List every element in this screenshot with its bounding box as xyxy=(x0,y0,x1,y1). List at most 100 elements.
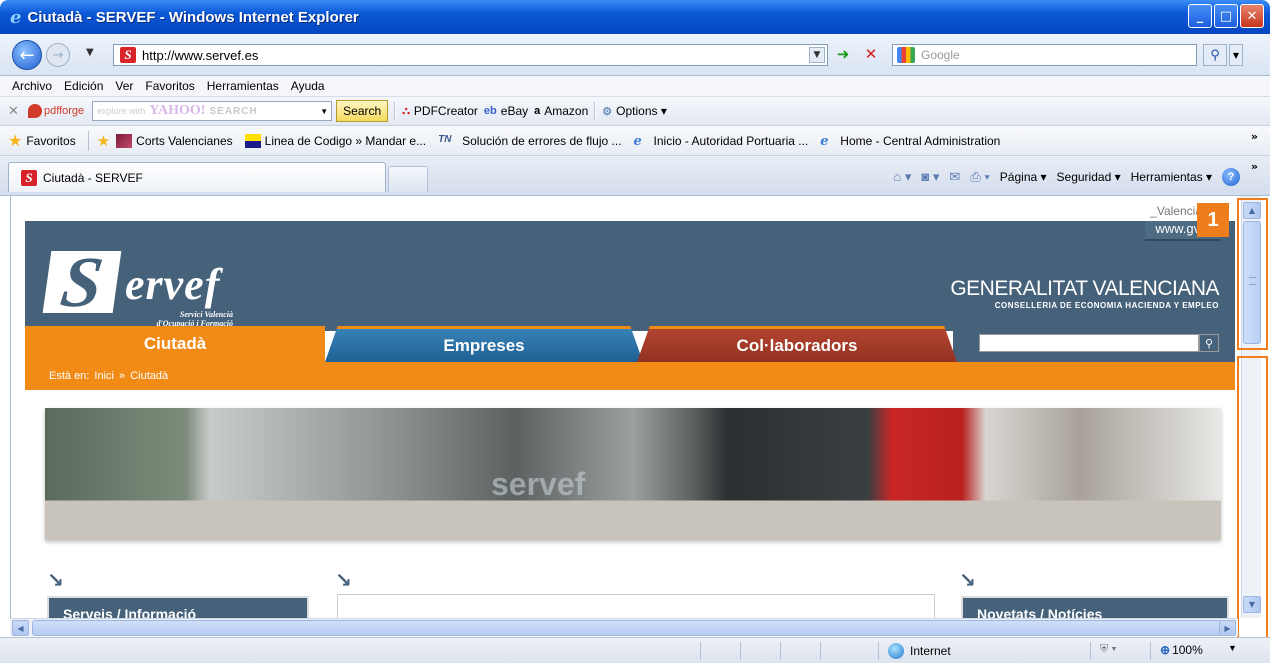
generalitat-logo[interactable]: GENERALITAT VALENCIANA CONSELLERIA DE EC… xyxy=(950,277,1219,310)
menu-edicion[interactable]: Edición xyxy=(58,79,109,93)
command-bar: ⌂ ▾ ◙ ▾ ✉ ⎙ ▾ Página ▾ Seguridad ▾ Herra… xyxy=(893,168,1240,186)
nav-tab-collaboradors[interactable]: Col·laboradors xyxy=(637,326,957,362)
scroll-right-button[interactable]: ▶ xyxy=(1219,620,1236,636)
security-zone[interactable]: Internet xyxy=(888,643,951,659)
toolbar-separator xyxy=(594,102,597,120)
window-titlebar[interactable]: e Ciutadà - SERVEF - Windows Internet Ex… xyxy=(0,0,1270,34)
ie-favicon-icon: e xyxy=(633,133,642,149)
building-banner-image: servef xyxy=(45,408,1221,540)
services-box-header[interactable]: Serveis / Informació xyxy=(47,596,309,618)
back-button[interactable]: ← xyxy=(12,40,42,70)
corts-favicon-icon xyxy=(116,133,133,148)
home-icon[interactable]: ⌂ ▾ xyxy=(893,169,911,185)
menu-ver[interactable]: Ver xyxy=(109,79,139,93)
favorite-link[interactable]: TN Solución de errores de flujo ... xyxy=(438,134,621,148)
command-more-chevron-icon[interactable]: » xyxy=(1251,160,1258,173)
status-separator xyxy=(1090,642,1091,660)
favorite-link-label: Solución de errores de flujo ... xyxy=(462,133,622,148)
pdfcreator-icon: ⛬ xyxy=(402,104,410,117)
minimize-button[interactable]: _ xyxy=(1188,4,1212,28)
herramientas-menu[interactable]: Herramientas ▾ xyxy=(1131,170,1212,184)
toolbar-search-button[interactable]: Search xyxy=(336,100,389,122)
menu-bar: Archivo Edición Ver Favoritos Herramient… xyxy=(0,76,1270,96)
menu-herramientas[interactable]: Herramientas xyxy=(201,79,285,93)
search-input[interactable]: Google xyxy=(892,44,1197,66)
ie-favicon-icon: e xyxy=(820,133,829,149)
favorites-separator xyxy=(87,130,89,151)
zoom-level[interactable]: ⊕ 100% xyxy=(1160,643,1203,657)
menu-archivo[interactable]: Archivo xyxy=(6,79,58,93)
pdfcreator-button[interactable]: ⛬ PDFCreator xyxy=(402,104,478,118)
new-tab-button[interactable] xyxy=(388,166,428,192)
scroll-left-button[interactable]: ◀ xyxy=(12,620,29,636)
yahoo-explore-text: explore with xyxy=(97,106,146,116)
ie-logo-icon: e xyxy=(10,6,22,28)
site-search-input[interactable] xyxy=(979,334,1199,352)
favorites-more-chevron-icon[interactable]: » xyxy=(1251,130,1258,143)
favorites-button[interactable]: Favoritos xyxy=(26,134,75,148)
magnifier-icon: ⚲ xyxy=(1210,47,1220,63)
servef-logo-mark[interactable]: S xyxy=(42,242,122,322)
search-options-dropdown[interactable]: ▼ xyxy=(1229,44,1243,66)
go-icon[interactable]: ➜ xyxy=(832,45,854,65)
close-button[interactable]: ✕ xyxy=(1240,4,1264,28)
favorite-link[interactable]: Corts Valencianes xyxy=(116,133,233,148)
menu-favoritos[interactable]: Favoritos xyxy=(139,79,200,93)
servef-logo-text[interactable]: ervef xyxy=(125,259,220,310)
menu-ayuda[interactable]: Ayuda xyxy=(285,79,331,93)
site-header: www.gva. S ervef Servici Valencià d'Ocup… xyxy=(25,221,1235,331)
news-box-header[interactable]: Novetats / Notícies xyxy=(961,596,1229,618)
yahoo-dropdown[interactable]: ▼ xyxy=(317,107,331,116)
nav-tab-empreses[interactable]: Empreses xyxy=(325,326,643,362)
address-input[interactable]: S http://www.servef.es ▼ xyxy=(113,44,828,66)
horizontal-scroll-thumb[interactable] xyxy=(32,620,1222,636)
ebay-button[interactable]: eb eBay xyxy=(484,104,528,118)
gear-icon: ⚙ xyxy=(602,105,613,118)
favorite-link[interactable]: e Home - Central Administration xyxy=(820,133,1000,149)
servef-favicon-icon: S xyxy=(120,47,136,63)
favorite-link[interactable]: e Inicio - Autoridad Portuaria ... xyxy=(633,133,809,149)
status-separator xyxy=(878,642,879,660)
servef-logo-subtitle: Servici Valencià xyxy=(179,310,233,319)
favorite-link[interactable]: Linea de Codigo » Mandar e... xyxy=(244,133,427,148)
help-icon[interactable]: ? xyxy=(1222,168,1240,186)
breadcrumb-home[interactable]: Inici xyxy=(94,370,114,382)
tn-favicon-icon: TN xyxy=(438,133,452,145)
options-button[interactable]: ⚙ Options ▾ xyxy=(602,104,667,118)
pdfforge-logo[interactable]: pdfforge xyxy=(28,104,84,118)
zoom-dropdown[interactable]: ▼ xyxy=(1228,643,1237,653)
add-favorite-icon[interactable]: ★ xyxy=(97,132,110,150)
pdfforge-toolbar: ✕ pdfforge explore with YAHOO! SEARCH ▼ … xyxy=(0,96,1270,126)
recent-pages-dropdown[interactable]: ▼ xyxy=(86,47,94,58)
favorite-link-label: Linea de Codigo » Mandar e... xyxy=(264,133,427,148)
mail-icon[interactable]: ✉ xyxy=(949,169,960,185)
address-dropdown-button[interactable]: ▼ xyxy=(809,47,825,63)
tab-ciutada-servef[interactable]: S Ciutadà - SERVEF xyxy=(8,162,386,192)
print-icon[interactable]: ⎙ ▾ xyxy=(970,169,989,185)
forward-button[interactable]: → xyxy=(46,43,70,67)
feeds-icon[interactable]: ◙ ▾ xyxy=(921,169,939,185)
maximize-button[interactable]: □ xyxy=(1214,4,1238,28)
status-separator xyxy=(1150,642,1151,660)
yahoo-search-input[interactable]: explore with YAHOO! SEARCH ▼ xyxy=(92,101,333,121)
breadcrumb-prefix: Està en: xyxy=(49,370,90,382)
amazon-button[interactable]: a Amazon xyxy=(534,104,588,118)
toolbar-close-icon[interactable]: ✕ xyxy=(8,104,24,119)
banner-servef-sign: servef xyxy=(491,466,586,502)
pagina-menu[interactable]: Página ▾ xyxy=(1000,170,1047,184)
site-search-button[interactable]: ⚲ xyxy=(1199,334,1219,352)
window-title: Ciutadà - SERVEF - Windows Internet Expl… xyxy=(27,8,359,26)
stop-icon[interactable]: ✕ xyxy=(860,45,882,65)
search-button[interactable]: ⚲ xyxy=(1203,44,1227,66)
seguridad-menu[interactable]: Seguridad ▾ xyxy=(1057,170,1121,184)
toolbar-separator xyxy=(394,102,397,120)
scroll-track-highlight xyxy=(1237,356,1268,640)
google-icon xyxy=(897,47,915,63)
chevron-left-icon: ◀ xyxy=(17,623,24,633)
amazon-icon: a xyxy=(534,105,541,117)
window-controls: _ □ ✕ xyxy=(1188,4,1264,28)
protected-mode-icon[interactable]: ⛨ ▾ xyxy=(1100,643,1117,656)
horizontal-scrollbar[interactable]: ◀ ▶ xyxy=(10,618,1238,636)
status-bar: Internet ⛨ ▾ ⊕ 100% ▼ xyxy=(0,637,1270,663)
nav-tab-ciutada[interactable]: Ciutadà xyxy=(25,326,325,362)
